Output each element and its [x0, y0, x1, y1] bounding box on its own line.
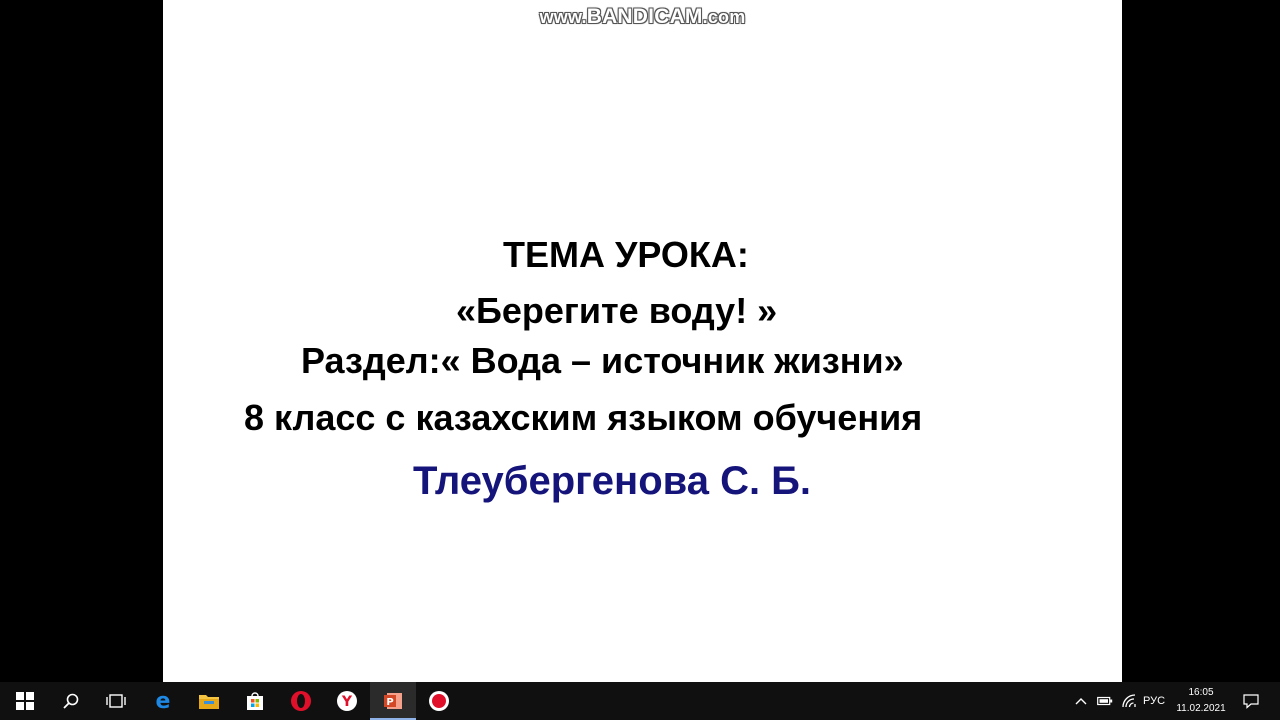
class-info: 8 класс с казахским языком обучения: [244, 397, 923, 438]
taskbar-store[interactable]: [232, 682, 278, 720]
start-button[interactable]: [2, 682, 48, 720]
powerpoint-icon: P: [384, 693, 402, 709]
battery-button[interactable]: [1094, 682, 1116, 720]
taskbar-opera[interactable]: [278, 682, 324, 720]
opera-icon: [291, 691, 311, 711]
windows-start-icon: [16, 692, 34, 710]
taskbar-bandicam[interactable]: [416, 682, 462, 720]
presentation-slide: www.BANDICAM.com ТЕМА УРОКА: «Берегите в…: [163, 0, 1122, 682]
clock-date: 11.02.2021: [1176, 703, 1226, 714]
search-icon: [63, 693, 79, 709]
chevron-up-icon: [1075, 698, 1087, 705]
author-name: Тлеубергенова С. Б.: [413, 459, 812, 503]
task-view-button[interactable]: [93, 682, 139, 720]
wifi-icon: [1122, 694, 1136, 708]
notification-icon: [1243, 694, 1259, 709]
screen: www.BANDICAM.com ТЕМА УРОКА: «Берегите в…: [0, 0, 1280, 720]
lesson-title: «Берегите воду! »: [456, 290, 778, 331]
taskbar: e Y P РУС 16:05 11.02.2021: [0, 682, 1280, 720]
task-view-icon: [106, 694, 126, 708]
edge-icon: e: [156, 690, 171, 712]
taskbar-edge[interactable]: e: [140, 682, 186, 720]
file-explorer-icon: [199, 695, 219, 709]
section-title: Раздел:« Вода – источник жизни»: [301, 340, 904, 381]
clock[interactable]: 16:05 11.02.2021: [1168, 685, 1234, 717]
bandicam-watermark: www.BANDICAM.com: [163, 5, 1122, 29]
record-icon: [429, 691, 449, 711]
show-hidden-icons-button[interactable]: [1071, 682, 1091, 720]
taskbar-yandex[interactable]: Y: [324, 682, 370, 720]
network-button[interactable]: [1118, 682, 1140, 720]
notifications-button[interactable]: [1238, 682, 1264, 720]
taskbar-powerpoint[interactable]: P: [370, 682, 416, 720]
lesson-topic-heading: ТЕМА УРОКА:: [503, 234, 749, 275]
watermark-suffix: .com: [702, 7, 746, 27]
store-icon: [247, 692, 263, 710]
clock-time: 16:05: [1188, 687, 1214, 698]
watermark-prefix: www.: [539, 7, 587, 27]
svg-text:e: e: [156, 690, 171, 712]
taskbar-file-explorer[interactable]: [186, 682, 232, 720]
battery-icon: [1097, 696, 1113, 706]
watermark-brand: BANDICAM: [586, 5, 703, 28]
yandex-icon: Y: [337, 691, 357, 711]
search-button[interactable]: [48, 682, 94, 720]
svg-text:Y: Y: [341, 694, 353, 710]
svg-text:P: P: [386, 697, 393, 708]
language-indicator[interactable]: РУС: [1140, 682, 1168, 720]
